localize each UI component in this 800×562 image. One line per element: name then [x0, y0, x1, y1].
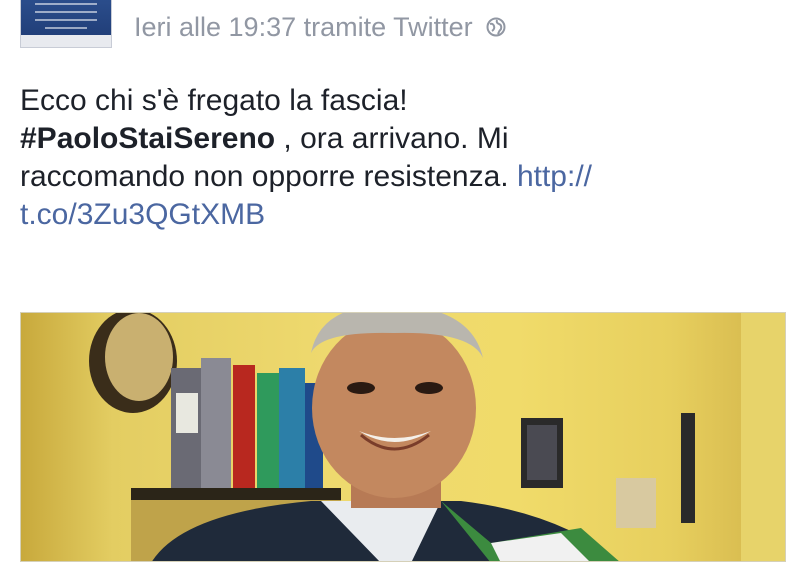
- post-text-line-3-text: raccomando non opporre resistenza.: [20, 160, 517, 193]
- hashtag-link[interactable]: #PaoloStaiSereno: [20, 122, 275, 155]
- url-link-part-1[interactable]: http://: [517, 160, 592, 193]
- post-photo[interactable]: [20, 312, 786, 562]
- post-text: Ecco chi s'è fregato la fascia! #PaoloSt…: [20, 82, 790, 234]
- timestamp-text[interactable]: Ieri alle 19:37 tramite Twitter: [134, 12, 473, 42]
- post-text-line-1: Ecco chi s'è fregato la fascia!: [20, 84, 408, 117]
- url-link-part-2[interactable]: t.co/3Zu3QGtXMB: [20, 198, 265, 231]
- avatar[interactable]: [20, 0, 112, 48]
- post-header: Ieri alle 19:37 tramite Twitter: [0, 0, 800, 60]
- photo-image: [89, 313, 785, 561]
- post-text-line-2: #PaoloStaiSereno , ora arrivano. Mi: [20, 120, 790, 158]
- post-timestamp[interactable]: Ieri alle 19:37 tramite Twitter: [134, 10, 506, 44]
- post-text-line-3: raccomando non opporre resistenza. http:…: [20, 158, 790, 196]
- post-text-line-4: t.co/3Zu3QGtXMB: [20, 196, 790, 234]
- globe-icon: [486, 17, 506, 37]
- post-text-line-2-rest: , ora arrivano. Mi: [275, 122, 509, 155]
